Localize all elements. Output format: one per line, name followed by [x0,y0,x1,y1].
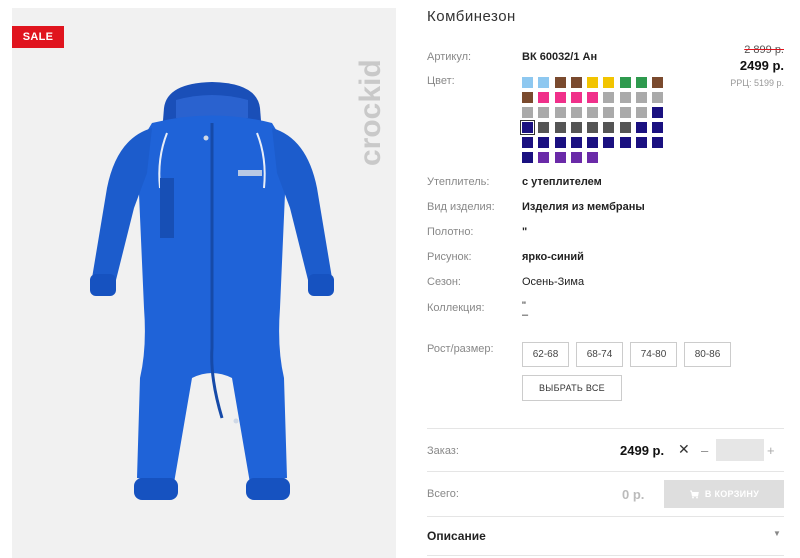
description-toggle[interactable]: Описание [427,529,486,543]
times-icon: ✕ [678,441,690,457]
total-divider [427,471,784,472]
color-swatch[interactable] [619,92,631,103]
chevron-down-icon[interactable]: ▼ [773,529,781,538]
color-swatch[interactable] [603,137,615,148]
color-label: Цвет: [427,75,455,87]
fabric-value: " [522,226,528,238]
brand-logo: crockid [354,59,387,166]
color-swatch[interactable] [522,107,533,118]
size-option-80-86[interactable]: 80-86 [684,342,731,367]
color-swatch[interactable] [570,107,582,118]
color-swatch[interactable] [636,77,648,88]
color-swatch[interactable] [652,77,664,88]
add-to-cart-button[interactable]: В КОРЗИНУ [664,480,784,508]
total-value: 0 р. [622,487,645,502]
product-title: Комбинезон [427,8,516,25]
article-value: ВК 60032/1 Ан [522,51,598,63]
color-swatch[interactable] [538,107,550,118]
cart-icon [689,490,699,499]
quantity-minus-button[interactable]: – [701,443,708,458]
color-swatch[interactable] [652,122,664,133]
size-option-68-74[interactable]: 68-74 [576,342,623,367]
insulation-label: Утеплитель: [427,176,490,188]
color-swatch[interactable] [538,152,550,163]
color-swatch[interactable] [603,122,615,133]
color-swatch[interactable] [587,77,599,88]
pattern-label: Рисунок: [427,251,472,263]
color-swatch[interactable] [587,122,599,133]
collection-label: Коллекция: [427,302,485,314]
color-swatch[interactable] [619,107,631,118]
color-swatch[interactable] [619,122,631,133]
color-swatch[interactable] [587,137,599,148]
color-swatch[interactable] [570,137,582,148]
color-swatch[interactable] [538,137,550,148]
insulation-value: с утеплителем [522,176,602,188]
color-swatch[interactable] [554,77,566,88]
type-value: Изделия из мембраны [522,201,645,213]
color-swatch[interactable] [554,107,566,118]
color-swatch[interactable] [587,107,599,118]
season-label: Сезон: [427,276,461,288]
color-swatch[interactable] [587,92,599,103]
collection-value-2: – [522,309,529,321]
color-swatch[interactable] [554,122,566,133]
color-swatch[interactable] [522,92,533,103]
color-swatch[interactable] [652,107,664,118]
quantity-plus-button[interactable]: + [767,443,775,458]
size-options: 62-68 68-74 74-80 80-86 [522,342,731,367]
bottom-divider [427,555,784,556]
color-swatch[interactable] [522,77,533,88]
current-price: 2499 р. [739,58,784,73]
color-swatch[interactable] [522,137,533,148]
fabric-label: Полотно: [427,226,474,238]
color-swatch[interactable] [652,92,664,103]
color-swatch[interactable] [636,107,648,118]
description-divider [427,516,784,517]
color-swatch[interactable] [538,92,550,103]
color-swatch[interactable] [652,137,664,148]
color-swatch[interactable] [570,152,582,163]
color-swatch[interactable] [603,107,615,118]
jumpsuit-photo [90,82,334,500]
color-swatch[interactable] [554,152,566,163]
pattern-value: ярко-синий [522,251,584,263]
color-swatch[interactable] [619,137,631,148]
size-option-62-68[interactable]: 62-68 [522,342,569,367]
select-all-button[interactable]: ВЫБРАТЬ ВСЕ [522,375,622,401]
color-swatch[interactable] [538,77,550,88]
size-option-74-80[interactable]: 74-80 [630,342,677,367]
color-swatch[interactable] [587,152,599,163]
order-divider [427,428,784,429]
old-price: 2 899 р. [744,44,784,56]
color-swatch[interactable] [570,92,582,103]
article-label: Артикул: [427,51,472,63]
brand-logo-text: crockid [354,59,387,166]
color-swatch[interactable] [554,92,566,103]
color-swatch[interactable] [603,77,615,88]
type-label: Вид изделия: [427,201,495,213]
total-label: Всего: [427,488,459,500]
color-swatch[interactable] [522,152,533,163]
order-price: 2499 р. [620,443,665,458]
season-value: Осень-Зима [522,276,585,288]
add-to-cart-label: В КОРЗИНУ [704,489,760,499]
color-swatch[interactable] [636,92,648,103]
color-swatch[interactable] [554,137,566,148]
color-swatch[interactable] [570,122,582,133]
rrc-price: РРЦ: 5199 р. [730,78,784,88]
color-swatch[interactable] [603,92,615,103]
color-swatch[interactable] [636,122,648,133]
color-swatch[interactable] [520,120,535,135]
color-swatch[interactable] [570,77,582,88]
quantity-input[interactable] [716,439,764,461]
product-image[interactable]: SALE crockid [12,8,396,558]
order-label: Заказ: [427,445,459,457]
color-swatch[interactable] [538,122,550,133]
color-swatch[interactable] [636,137,648,148]
size-label: Рост/размер: [427,343,494,355]
color-swatches [520,77,667,163]
sale-badge: SALE [12,26,64,48]
color-swatch[interactable] [619,77,631,88]
